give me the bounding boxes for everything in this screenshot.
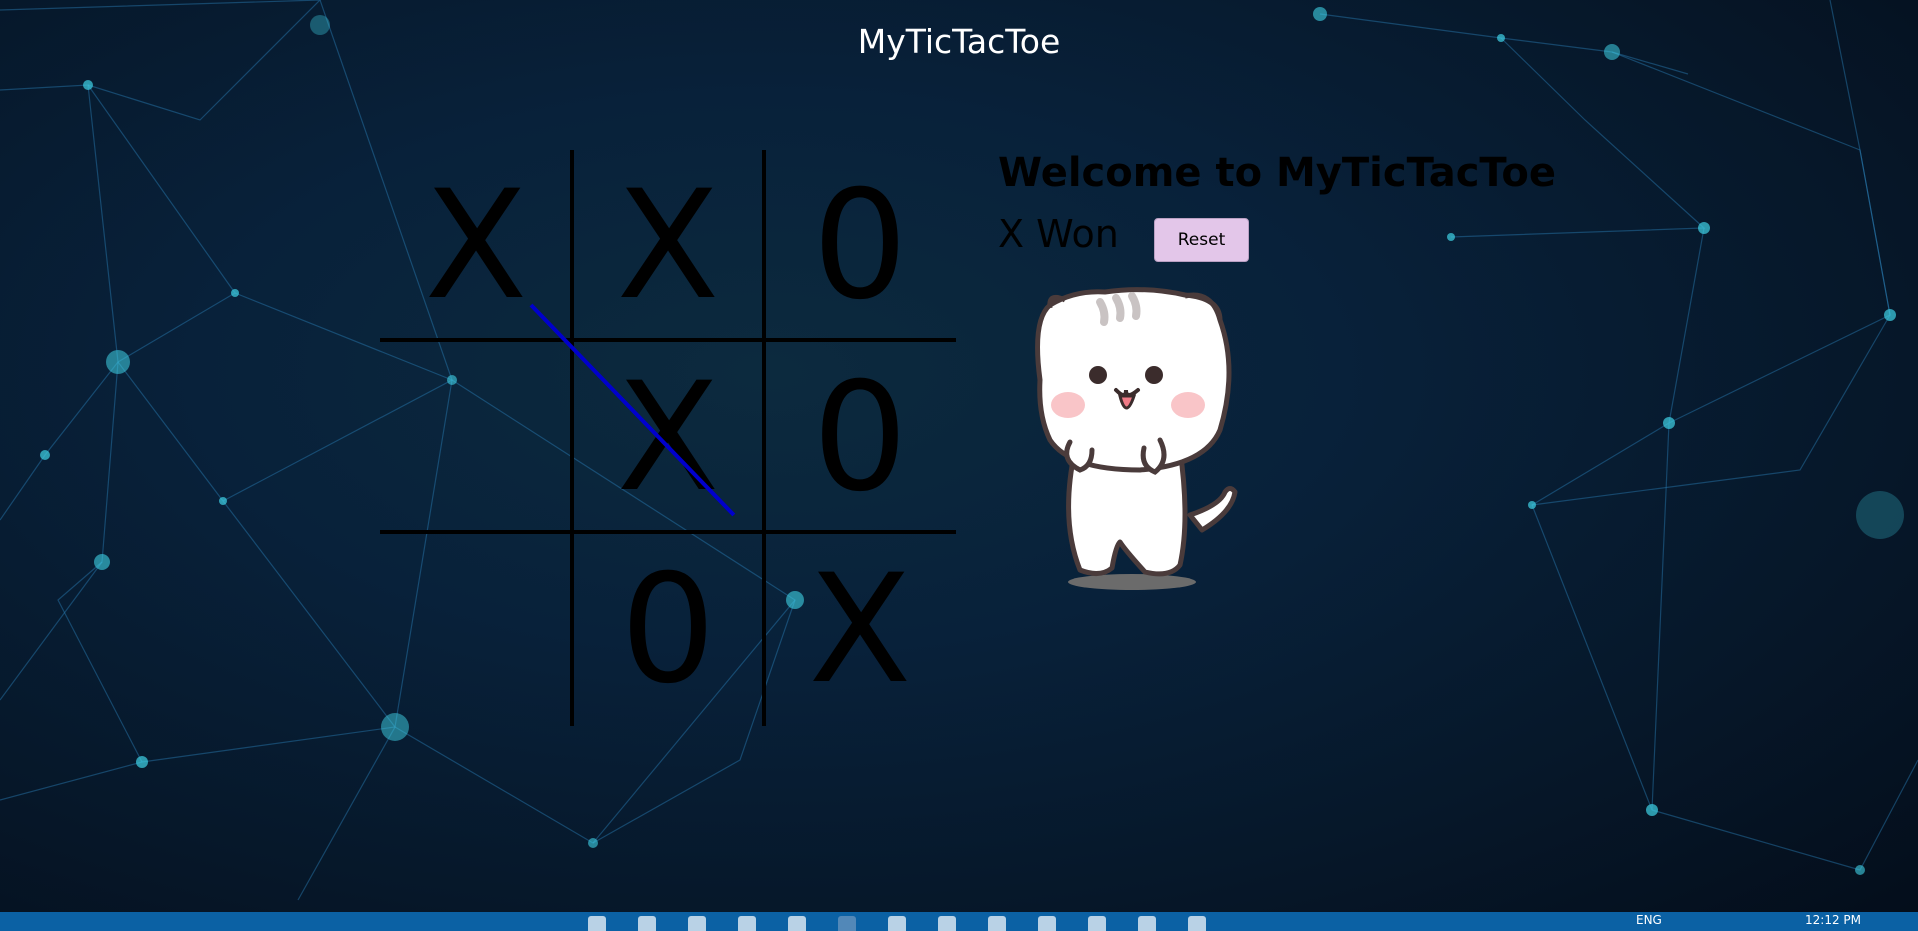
chrome-icon[interactable] xyxy=(1038,916,1056,931)
board-cell-1[interactable]: X xyxy=(380,150,572,342)
board-cell-9[interactable]: X xyxy=(764,534,956,726)
board-cell-4[interactable] xyxy=(380,342,572,534)
active-app-icon[interactable] xyxy=(838,916,856,931)
welcome-heading: Welcome to MyTicTacToe xyxy=(998,150,1556,196)
language-indicator[interactable]: ENG xyxy=(1636,913,1662,927)
mail-icon[interactable] xyxy=(938,916,956,931)
vscode-icon[interactable] xyxy=(888,916,906,931)
app-title: MyTicTacToe xyxy=(857,22,1061,61)
game-status: X Won xyxy=(998,212,1119,256)
status-row: X Won xyxy=(998,212,1119,256)
windows-start-icon[interactable] xyxy=(588,916,606,931)
grid-line-vertical-2 xyxy=(762,150,766,726)
edge-browser-icon[interactable] xyxy=(788,916,806,931)
file-explorer-icon[interactable] xyxy=(738,916,756,931)
task-view-icon[interactable] xyxy=(688,916,706,931)
info-panel: Welcome to MyTicTacToe xyxy=(998,150,1556,196)
board-cell-3[interactable]: 0 xyxy=(764,150,956,342)
cat-illustration xyxy=(1035,287,1238,590)
grid-line-horizontal-1 xyxy=(380,338,956,342)
tictactoe-board: X X 0 X 0 0 X xyxy=(380,150,956,726)
spotify-icon[interactable] xyxy=(1188,916,1206,931)
taskbar: ENG 12:12 PM xyxy=(0,912,1918,931)
board-cell-6[interactable]: 0 xyxy=(764,342,956,534)
board-cell-7[interactable] xyxy=(380,534,572,726)
board-cell-2[interactable]: X xyxy=(572,150,764,342)
app-icon[interactable] xyxy=(1138,916,1156,931)
teams-icon[interactable] xyxy=(988,916,1006,931)
network-background xyxy=(0,0,1918,901)
board-cell-5[interactable]: X xyxy=(572,342,764,534)
reset-button[interactable]: Reset xyxy=(1154,218,1249,262)
firefox-icon[interactable] xyxy=(1088,916,1106,931)
grid-line-horizontal-2 xyxy=(380,530,956,534)
board-cell-8[interactable]: 0 xyxy=(572,534,764,726)
grid-line-vertical-1 xyxy=(570,150,574,726)
clock[interactable]: 12:12 PM xyxy=(1805,913,1861,927)
search-icon[interactable] xyxy=(638,916,656,931)
